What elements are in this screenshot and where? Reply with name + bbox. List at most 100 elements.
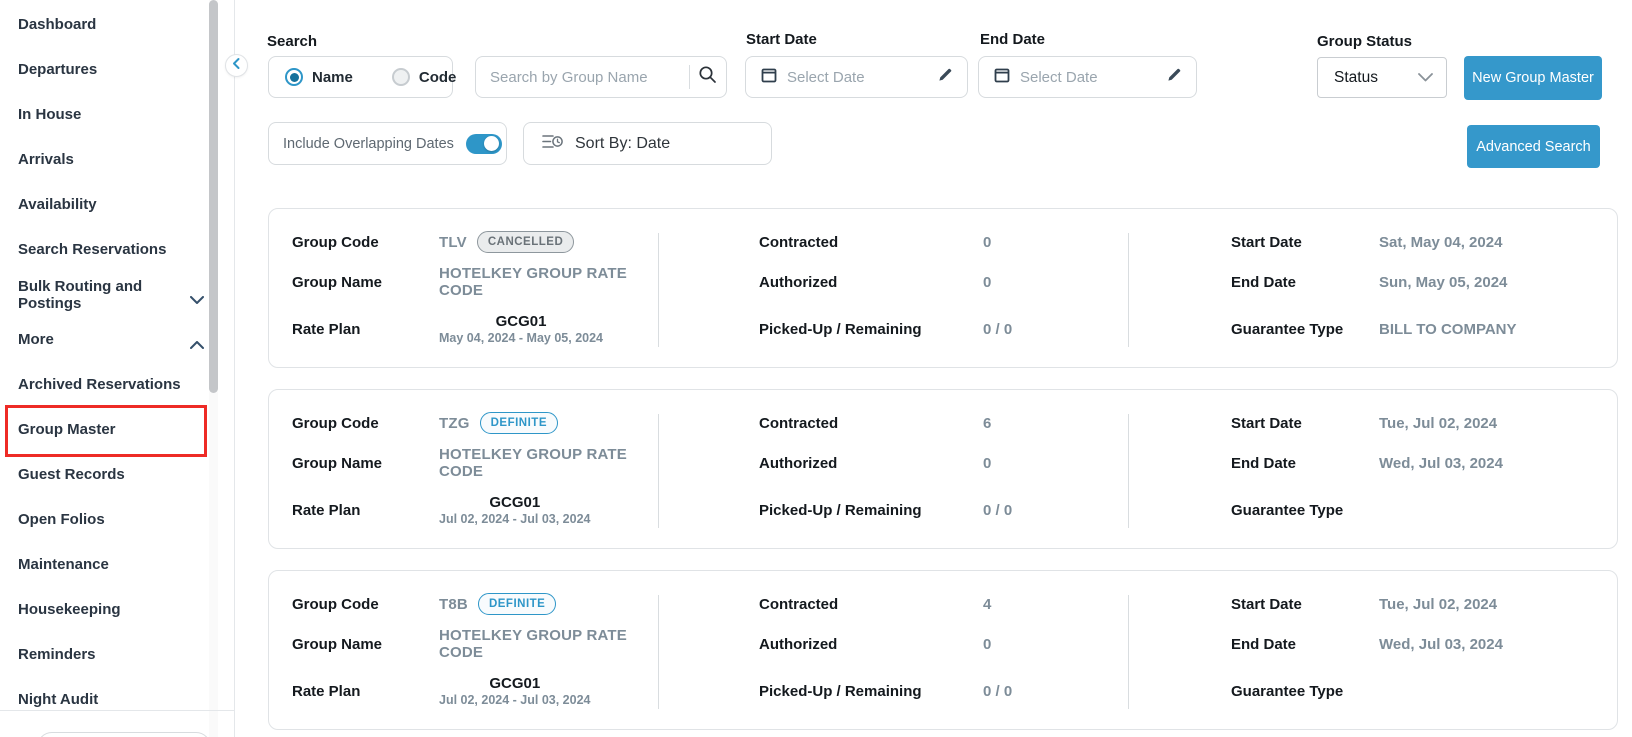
sidebar-item-departures[interactable]: Departures — [0, 47, 209, 92]
sidebar-item-label: More — [18, 331, 54, 348]
sidebar-item-night-audit[interactable]: Night Audit — [0, 677, 209, 722]
status-badge: CANCELLED — [477, 231, 574, 253]
group-name-link[interactable]: HOTELKEY GROUP RATE CODE — [439, 627, 658, 661]
sidebar-item-label: Open Folios — [18, 511, 105, 528]
group-code-link[interactable]: T8B — [439, 596, 468, 613]
sidebar-item-maintenance[interactable]: Maintenance — [0, 542, 209, 587]
guarantee-type-label: Guarantee Type — [1231, 502, 1379, 519]
group-code-label: Group Code — [292, 415, 439, 432]
sidebar-item-availability[interactable]: Availability — [0, 182, 209, 227]
radio-selected-icon — [285, 68, 303, 86]
start-date-field[interactable]: Select Date — [745, 56, 968, 98]
search-button[interactable] — [690, 57, 726, 97]
sidebar-item-dashboard[interactable]: Dashboard — [0, 2, 209, 47]
sidebar-collapse-button[interactable] — [225, 54, 248, 77]
group-name-label: Group Name — [292, 455, 439, 472]
end-date-field[interactable]: Select Date — [978, 56, 1197, 98]
sidebar-scrollbar-thumb[interactable] — [209, 0, 218, 393]
sidebar-item-label: Bulk Routing and Postings — [18, 278, 209, 312]
group-code-link[interactable]: TZG — [439, 415, 470, 432]
sidebar-item-bulk-routing-and-postings[interactable]: Bulk Routing and Postings — [0, 272, 209, 317]
contracted-value: 6 — [983, 415, 991, 432]
group-status-select[interactable]: Status — [1317, 57, 1447, 98]
sidebar-item-guest-records[interactable]: Guest Records — [0, 452, 209, 497]
edit-icon[interactable] — [938, 67, 953, 87]
status-select-value: Status — [1334, 69, 1378, 87]
group-card: Group Code T8B DEFINITE Group Name HOTEL… — [268, 570, 1618, 730]
group-code-label: Group Code — [292, 596, 439, 613]
chevron-down-icon — [1418, 69, 1433, 87]
authorized-label: Authorized — [759, 455, 983, 472]
picked-up-remaining-value: 0 / 0 — [983, 502, 1012, 519]
sidebar-item-archived-reservations[interactable]: Archived Reservations — [0, 362, 209, 407]
group-card-identity-column: Group Code T8B DEFINITE Group Name HOTEL… — [269, 571, 658, 729]
picked-up-remaining-value: 0 / 0 — [983, 321, 1012, 338]
end-date-label: End Date — [1231, 455, 1379, 472]
edit-icon[interactable] — [1167, 67, 1182, 87]
end-date-value: Wed, Jul 03, 2024 — [1379, 455, 1503, 472]
toggle-knob — [484, 136, 499, 151]
sidebar-item-more[interactable]: More — [0, 317, 209, 362]
rate-plan-dates: Jul 02, 2024 - Jul 03, 2024 — [439, 693, 591, 707]
start-date-value: Sat, May 04, 2024 — [1379, 234, 1502, 251]
sidebar-item-group-master[interactable]: Group Master — [0, 407, 209, 452]
sort-by-label: Sort By: Date — [575, 135, 670, 153]
start-date-label: Start Date — [1231, 415, 1379, 432]
new-group-master-button[interactable]: New Group Master — [1464, 56, 1602, 100]
start-date-value: Tue, Jul 02, 2024 — [1379, 415, 1497, 432]
group-name-label: Group Name — [292, 636, 439, 653]
search-icon — [698, 65, 717, 89]
sidebar-item-search-reservations[interactable]: Search Reservations — [0, 227, 209, 272]
end-date-label: End Date — [980, 31, 1045, 48]
search-input[interactable] — [476, 69, 689, 86]
group-name-link[interactable]: HOTELKEY GROUP RATE CODE — [439, 265, 658, 299]
end-date-label: End Date — [1231, 274, 1379, 291]
guarantee-type-label: Guarantee Type — [1231, 321, 1379, 338]
group-master-results: Group Code TLV CANCELLED Group Name HOTE… — [268, 208, 1618, 737]
radio-code-label: Code — [419, 69, 457, 86]
include-overlapping-toggle[interactable] — [466, 134, 502, 154]
contracted-label: Contracted — [759, 234, 983, 251]
sidebar-item-arrivals[interactable]: Arrivals — [0, 137, 209, 182]
sidebar-item-label: In House — [18, 106, 81, 123]
chevron-up-icon — [190, 336, 204, 353]
status-badge: DEFINITE — [478, 593, 556, 615]
sidebar-item-label: Guest Records — [18, 466, 125, 483]
calendar-icon — [761, 67, 777, 88]
sidebar-item-label: Night Audit — [18, 691, 98, 708]
sidebar-item-housekeeping[interactable]: Housekeeping — [0, 587, 209, 632]
rate-plan-label: Rate Plan — [292, 502, 439, 519]
group-code-link[interactable]: TLV — [439, 234, 467, 251]
sidebar-border — [234, 0, 235, 737]
sidebar-nav: Dashboard Departures In House Arrivals A… — [0, 2, 209, 722]
sidebar-item-label: Housekeeping — [18, 601, 121, 618]
picked-up-remaining-label: Picked-Up / Remaining — [759, 683, 983, 700]
group-status-label: Group Status — [1317, 33, 1412, 50]
sidebar: Dashboard Departures In House Arrivals A… — [0, 0, 234, 737]
sidebar-item-open-folios[interactable]: Open Folios — [0, 497, 209, 542]
rate-plan-label: Rate Plan — [292, 683, 439, 700]
start-date-label: Start Date — [1231, 234, 1379, 251]
sidebar-bottom-pill[interactable] — [37, 732, 211, 737]
sidebar-item-reminders[interactable]: Reminders — [0, 632, 209, 677]
group-card-dates-column: Start DateTue, Jul 02, 2024 End DateWed,… — [1128, 390, 1617, 548]
sidebar-scrollbar-track — [209, 0, 218, 737]
group-name-link[interactable]: HOTELKEY GROUP RATE CODE — [439, 446, 658, 480]
sort-by-control[interactable]: Sort By: Date — [523, 122, 772, 165]
sidebar-item-label: Group Master — [18, 421, 116, 438]
group-card: Group Code TLV CANCELLED Group Name HOTE… — [268, 208, 1618, 368]
end-date-value: Wed, Jul 03, 2024 — [1379, 636, 1503, 653]
group-card-dates-column: Start DateTue, Jul 02, 2024 End DateWed,… — [1128, 571, 1617, 729]
start-date-value: Tue, Jul 02, 2024 — [1379, 596, 1497, 613]
authorized-value: 0 — [983, 455, 991, 472]
radio-name-label: Name — [312, 69, 353, 86]
sidebar-item-in-house[interactable]: In House — [0, 92, 209, 137]
include-overlapping-dates-label: Include Overlapping Dates — [283, 136, 454, 152]
contracted-value: 0 — [983, 234, 991, 251]
radio-option-name[interactable]: Name — [285, 68, 353, 86]
advanced-search-button[interactable]: Advanced Search — [1467, 125, 1600, 168]
authorized-value: 0 — [983, 274, 991, 291]
group-card-counts-column: Contracted0 Authorized0 Picked-Up / Rema… — [658, 209, 1128, 367]
radio-option-code[interactable]: Code — [392, 68, 457, 86]
calendar-icon — [994, 67, 1010, 88]
